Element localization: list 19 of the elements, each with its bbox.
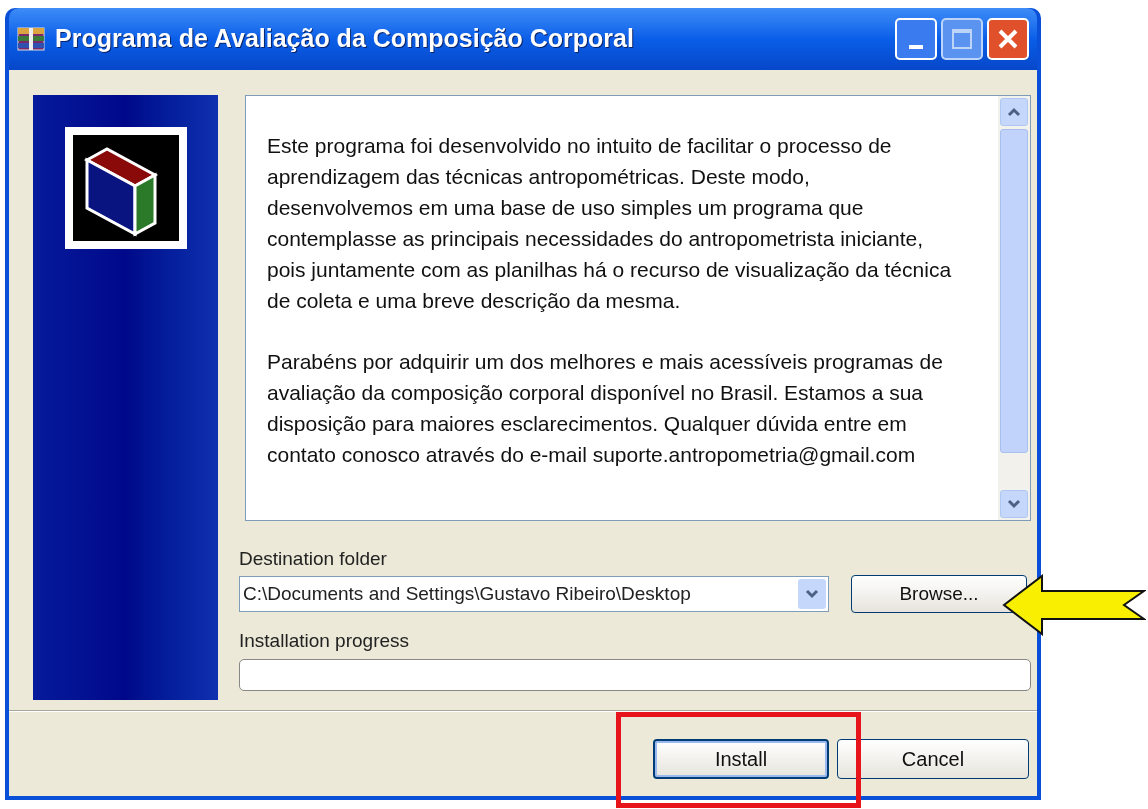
dialog-button[interactable]: Cancel bbox=[837, 739, 1029, 779]
browse-button[interactable]: Browse... bbox=[851, 575, 1027, 613]
destination-label: Destination folder bbox=[239, 547, 388, 571]
close-button[interactable] bbox=[987, 18, 1029, 60]
close-icon bbox=[997, 28, 1019, 50]
maximize-button[interactable] bbox=[941, 18, 983, 60]
scroll-up-icon[interactable] bbox=[1000, 98, 1028, 126]
scroll-down-icon[interactable] bbox=[1000, 490, 1028, 518]
destination-field[interactable]: C:\Documents and Settings\Gustavo Ribeiro\Desktop bbox=[239, 576, 829, 612]
scrollbar[interactable] bbox=[998, 96, 1030, 520]
description-paragraph: Parabéns por adquirir um dos melhores e mais acessíveis programas de avaliação da composição corporal disponível no Brasil. Estamos a sua disposição para maiores esclarecimentos. Qualquer dúvida entre em contato conosco através do e-mail suporte.antropometria@gmail.com bbox=[267, 349, 944, 468]
dropdown-icon[interactable] bbox=[798, 579, 826, 609]
minimize-button[interactable] bbox=[895, 18, 937, 60]
dialog-button[interactable]: Install bbox=[653, 739, 829, 779]
progress-label: Installation progress bbox=[239, 629, 411, 653]
scroll-thumb[interactable] bbox=[1000, 129, 1028, 453]
box-logo-icon bbox=[65, 127, 187, 249]
window-title: Programa de Avaliação da Composição Corporal bbox=[55, 23, 635, 55]
description-paragraph: Este programa foi desenvolvido no intuito de facilitar o processo de aprendizagem das técnicas antropométricas. Deste modo, desenvolvemos em uma base de uso simples um programa que contemplasse as principais necessidades do antropometrista iniciante, pois juntamente com as planilhas há o recurso de visualização da técnica de coleta e uma breve descrição da mesma. bbox=[267, 133, 953, 314]
